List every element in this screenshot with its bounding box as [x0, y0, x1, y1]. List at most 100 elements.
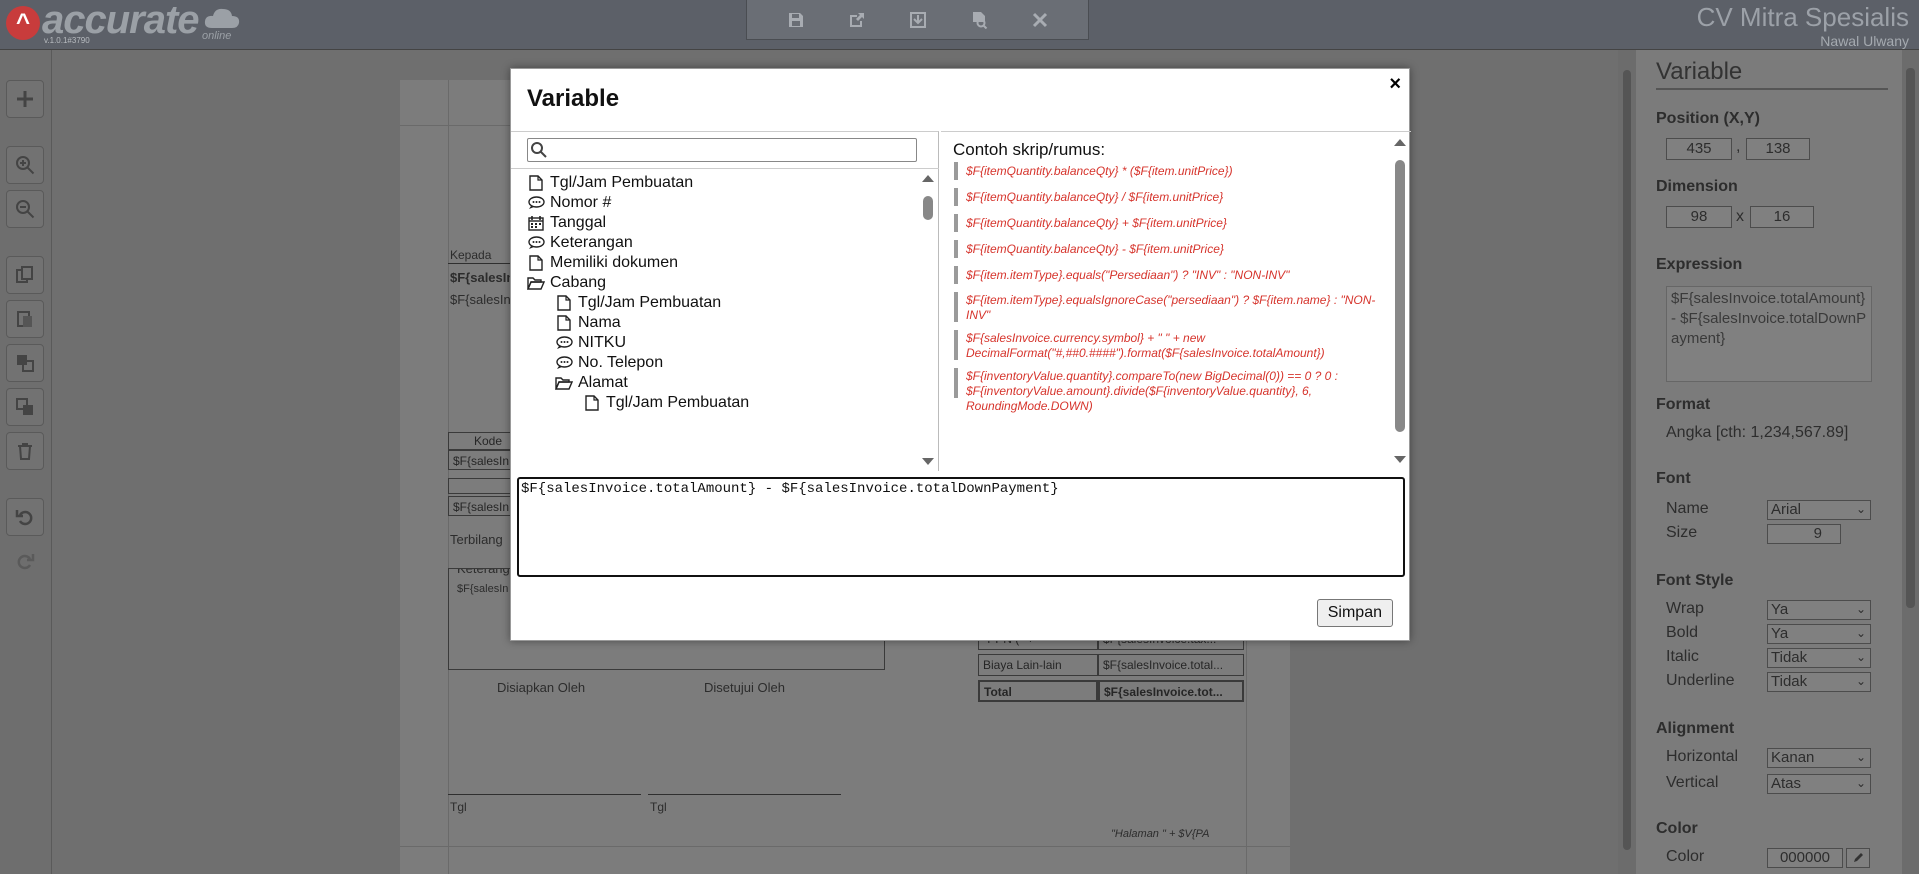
- formula-example[interactable]: $F{item.itemType}.equalsIgnoreCase("pers…: [954, 292, 1384, 322]
- tree-item[interactable]: NITKU: [555, 332, 626, 354]
- tree-item[interactable]: Tgl/Jam Pembuatan: [527, 172, 693, 194]
- document-icon: [527, 174, 545, 192]
- paste-icon[interactable]: [6, 300, 44, 338]
- wrap-value: Ya: [1771, 601, 1789, 618]
- bring-front-icon[interactable]: [6, 344, 44, 382]
- tree-item[interactable]: Alamat: [555, 372, 628, 394]
- underline-select[interactable]: Tidak ⌄: [1767, 672, 1871, 692]
- close-icon[interactable]: ×: [1389, 73, 1401, 96]
- page-number-field[interactable]: "Halaman " + $V{PA: [1111, 828, 1209, 840]
- tree-item[interactable]: Keterangan: [527, 232, 633, 254]
- height-input[interactable]: 16: [1750, 206, 1814, 228]
- tree-item[interactable]: Nomor #: [527, 192, 611, 214]
- total-row-value[interactable]: $F{salesInvoice.tot...: [1098, 680, 1244, 702]
- font-size-input[interactable]: 9: [1767, 524, 1841, 544]
- formula-example[interactable]: $F{itemQuantity.balanceQty} * ($F{item.u…: [954, 162, 1384, 180]
- italic-select[interactable]: Tidak ⌄: [1767, 648, 1871, 668]
- search-icon: [531, 142, 547, 158]
- vertical-select[interactable]: Atas ⌄: [1767, 774, 1871, 794]
- copy-icon[interactable]: [6, 256, 44, 294]
- date-label[interactable]: Tgl: [450, 800, 467, 814]
- formula-example[interactable]: $F{item.itemType}.equals("Persediaan") ?…: [954, 266, 1384, 284]
- tree-item[interactable]: Tgl/Jam Pembuatan: [555, 292, 721, 314]
- download-icon[interactable]: [906, 8, 930, 32]
- wrap-select[interactable]: Ya ⌄: [1767, 600, 1871, 620]
- scrollbar-thumb[interactable]: [1395, 160, 1405, 432]
- tree-scrollbar[interactable]: [921, 172, 935, 470]
- vertical-label: Vertical: [1666, 774, 1719, 791]
- expression-input[interactable]: [521, 481, 1401, 573]
- tree-search[interactable]: [527, 138, 917, 162]
- undo-icon[interactable]: [6, 498, 44, 536]
- comment-icon: [527, 234, 545, 252]
- font-name-select[interactable]: Arial ⌄: [1767, 500, 1871, 520]
- search-input[interactable]: [550, 141, 910, 159]
- scrollbar-thumb[interactable]: [923, 196, 933, 220]
- save-button[interactable]: Simpan: [1316, 599, 1393, 627]
- chevron-down-icon: ⌄: [1855, 502, 1866, 516]
- prepared-by-label[interactable]: Disiapkan Oleh: [497, 680, 585, 695]
- bold-select[interactable]: Ya ⌄: [1767, 624, 1871, 644]
- canvas-scrollbar[interactable]: [1618, 50, 1636, 874]
- expression-editor[interactable]: [517, 477, 1405, 577]
- alignment-label: Alignment: [1656, 720, 1735, 737]
- send-back-icon[interactable]: [6, 388, 44, 426]
- underline-value: Tidak: [1771, 673, 1808, 690]
- scroll-up-icon[interactable]: [921, 172, 935, 184]
- expression-textarea[interactable]: $F{salesInvoice.totalAmount} - $F{salesI…: [1666, 286, 1872, 382]
- sales-field[interactable]: $F{salesIn: [450, 292, 511, 307]
- tree-item-label: Nomor #: [550, 194, 612, 211]
- kepada-label[interactable]: Kepada: [450, 248, 491, 262]
- total-row-label[interactable]: Biaya Lain-lain: [978, 654, 1098, 676]
- format-label: Format: [1656, 396, 1711, 413]
- formula-example[interactable]: $F{salesInvoice.currency.symbol} + " " +…: [954, 330, 1384, 360]
- preview-icon[interactable]: [967, 8, 991, 32]
- date-label[interactable]: Tgl: [650, 800, 667, 814]
- formula-example[interactable]: $F{itemQuantity.balanceQty} / $F{item.un…: [954, 188, 1384, 206]
- tree-item[interactable]: Tanggal: [527, 212, 606, 234]
- sales-field[interactable]: $F{salesIn: [450, 270, 514, 285]
- terbilang-label[interactable]: Terbilang: [450, 532, 503, 547]
- scroll-down-icon[interactable]: [1393, 454, 1407, 466]
- tree-item[interactable]: Tgl/Jam Pembuatan: [583, 392, 749, 414]
- panel-scrollbar[interactable]: [1902, 50, 1919, 874]
- formula-example[interactable]: $F{itemQuantity.balanceQty} - $F{item.un…: [954, 240, 1384, 258]
- format-value[interactable]: Angka [cth: 1,234,567.89]: [1666, 424, 1848, 442]
- zoom-in-icon[interactable]: [6, 146, 44, 184]
- color-input[interactable]: 000000: [1767, 848, 1843, 868]
- formula-scrollbar[interactable]: [1393, 136, 1407, 468]
- position-x-input[interactable]: 435: [1666, 138, 1732, 160]
- total-row-label[interactable]: Total: [978, 680, 1098, 702]
- pencil-icon[interactable]: [1846, 848, 1870, 868]
- tree-item-label: NITKU: [578, 334, 626, 351]
- scrollbar-thumb[interactable]: [1623, 70, 1631, 850]
- width-input[interactable]: 98: [1666, 206, 1732, 228]
- save-icon[interactable]: [784, 8, 808, 32]
- italic-value: Tidak: [1771, 649, 1808, 666]
- position-y-input[interactable]: 138: [1746, 138, 1810, 160]
- formula-example[interactable]: $F{itemQuantity.balanceQty} + $F{item.un…: [954, 214, 1384, 232]
- tree-item[interactable]: Nama: [555, 312, 621, 334]
- tree-item[interactable]: No. Telepon: [555, 352, 663, 374]
- formula-example[interactable]: $F{inventoryValue.quantity}.compareTo(ne…: [954, 368, 1384, 413]
- tree-item-label: Tanggal: [550, 214, 607, 231]
- redo-icon[interactable]: [6, 542, 44, 580]
- tree-item[interactable]: Memiliki dokumen: [527, 252, 678, 274]
- font-label: Font: [1656, 470, 1691, 487]
- close-icon[interactable]: [1028, 8, 1052, 32]
- scroll-down-icon[interactable]: [921, 456, 935, 468]
- total-row-value[interactable]: $F{salesInvoice.total...: [1098, 654, 1244, 676]
- horizontal-label: Horizontal: [1666, 748, 1739, 765]
- zoom-out-icon[interactable]: [6, 190, 44, 228]
- scrollbar-thumb[interactable]: [1906, 68, 1915, 608]
- font-name-value: Arial: [1771, 501, 1802, 518]
- left-tool-rail: [0, 50, 52, 874]
- scroll-up-icon[interactable]: [1393, 136, 1407, 148]
- add-icon[interactable]: [6, 80, 44, 118]
- delete-icon[interactable]: [6, 432, 44, 470]
- export-icon[interactable]: [845, 8, 869, 32]
- horizontal-select[interactable]: Kanan ⌄: [1767, 748, 1871, 768]
- vertical-value: Atas: [1771, 775, 1802, 792]
- tree-item[interactable]: Cabang: [527, 272, 606, 294]
- approved-by-label[interactable]: Disetujui Oleh: [704, 680, 785, 695]
